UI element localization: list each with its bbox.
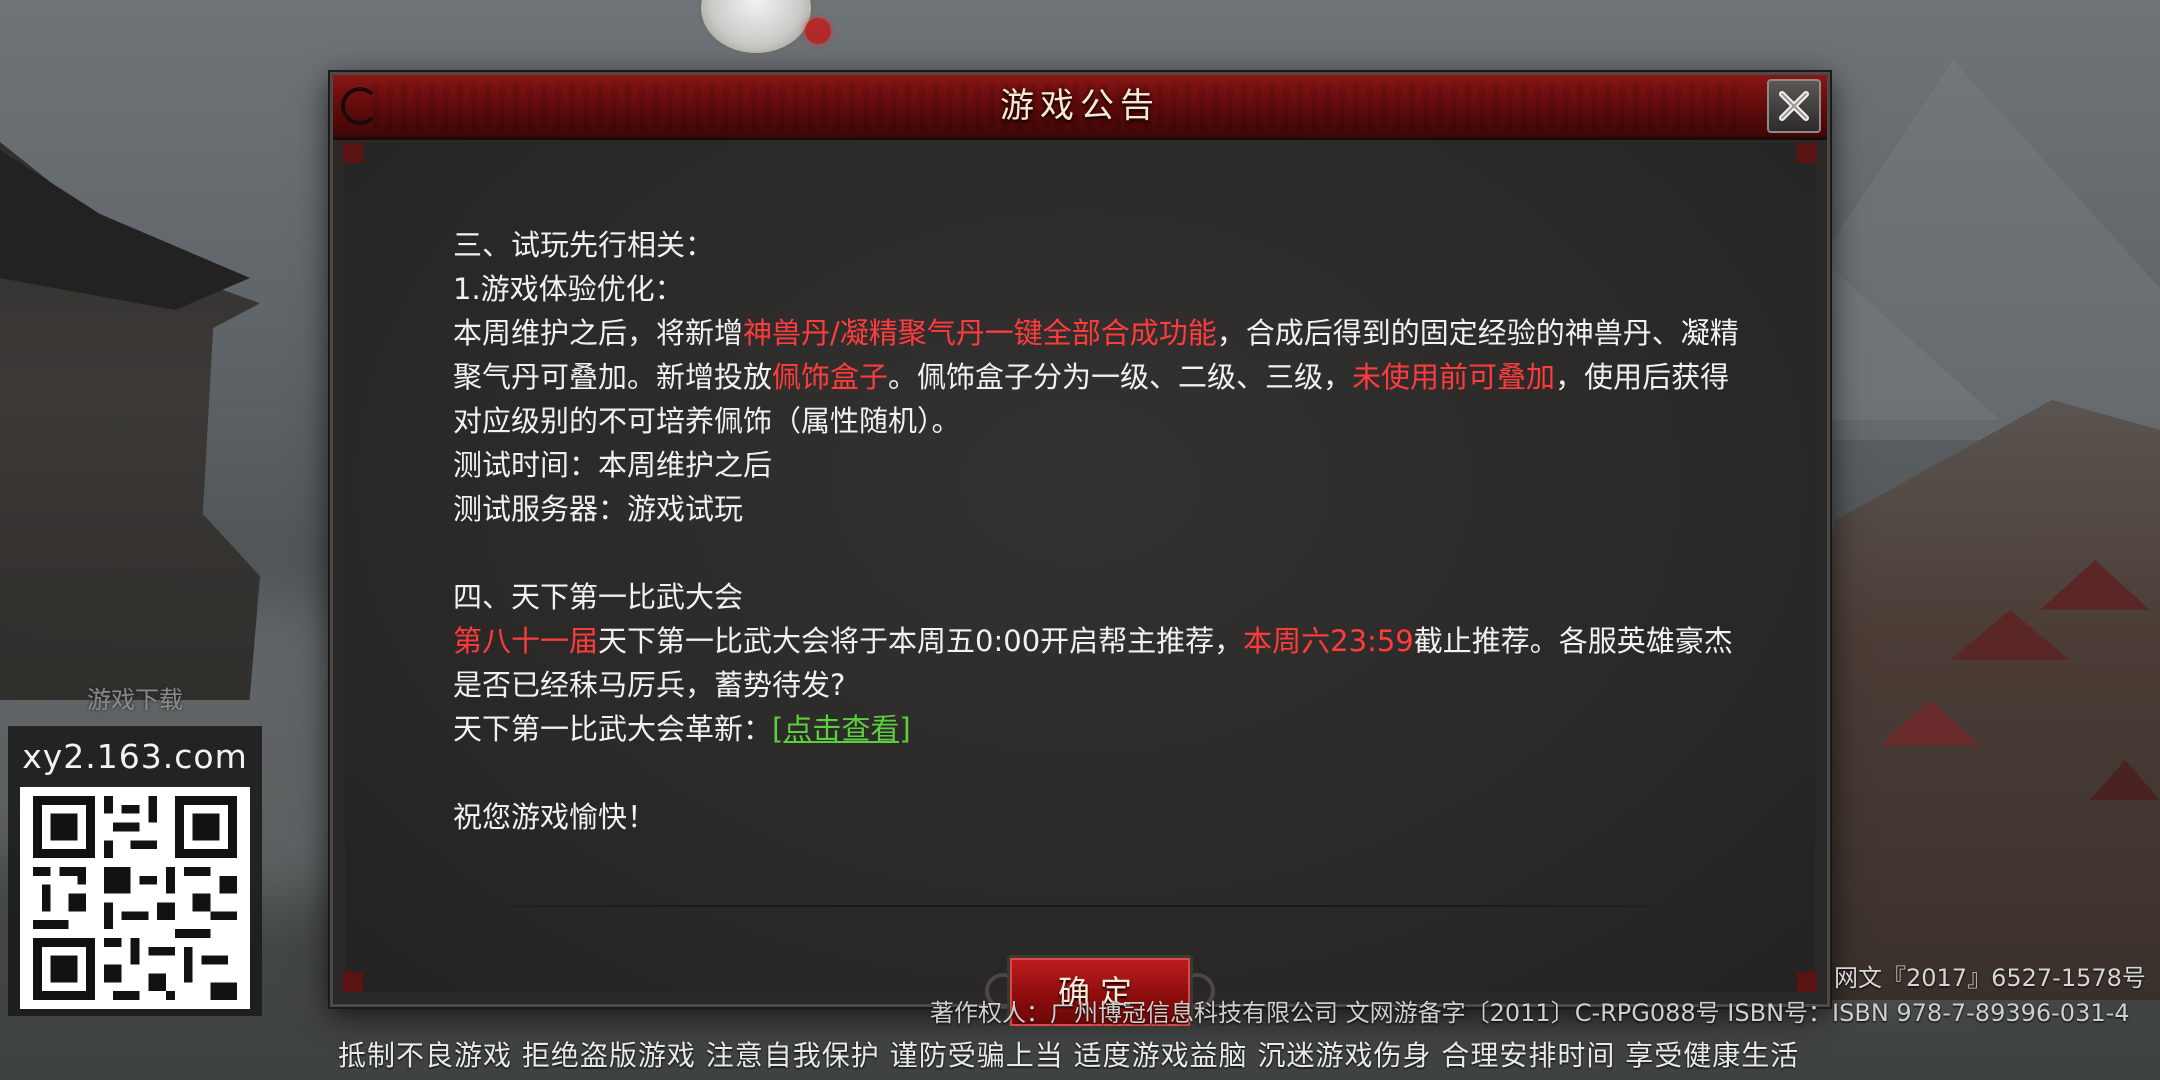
corner-ornament-icon [343,972,363,992]
divider [425,905,1735,907]
copyright-line: 著作权人：广州博冠信息科技有限公司 文网游备字〔2011〕C-RPG088号 I… [930,999,2130,1027]
close-button[interactable] [1767,79,1821,133]
text: 天下第一比武大会将于本周五0:00开启帮主推荐， [598,624,1244,658]
test-server: 测试服务器：游戏试玩 [453,492,744,526]
closing-text: 祝您游戏愉快！ [453,800,657,834]
highlight-text: 神兽丹/凝精聚气丹一键全部合成功能 [743,316,1217,350]
dialog-body: 三、试玩先行相关： 1.游戏体验优化： 本周维护之后，将新增神兽丹/凝精聚气丹一… [343,143,1817,1029]
health-notice: 抵制不良游戏 拒绝盗版游戏 注意自我保护 谨防受骗上当 适度游戏益脑 沉迷游戏伤… [338,1039,1800,1072]
highlight-text: 未使用前可叠加 [1352,360,1556,394]
town-right [1800,400,2160,1000]
highlight-text: 第八十一届 [453,624,599,658]
announcement-content: 三、试玩先行相关： 1.游戏体验优化： 本周维护之后，将新增神兽丹/凝精聚气丹一… [417,223,1747,913]
dialog-header: 游戏公告 [333,75,1827,140]
paragraph: 第八十一届天下第一比武大会将于本周五0:00开启帮主推荐，本周六23:59截止推… [417,619,1747,707]
qr-code-icon[interactable] [20,787,250,1009]
close-icon [1779,91,1809,121]
subsection-heading: 1.游戏体验优化： [453,272,684,306]
dialog-title: 游戏公告 [1000,86,1160,126]
download-label[interactable]: 游戏下载 [60,682,210,718]
view-details-link[interactable]: [点击查看] [772,712,911,746]
test-time: 测试时间：本周维护之后 [453,448,773,482]
highlight-text: 本周六23:59 [1243,624,1414,658]
highlight-text: 佩饰盒子 [772,360,889,394]
announcement-dialog: 游戏公告 三、试玩先行相关： 1.游戏体验优化： 本周维护之后，将新增神兽丹/凝… [330,72,1830,1029]
text: 。佩饰盒子分为一级、二级、三级， [888,360,1353,394]
corner-ornament-icon [343,143,363,163]
notification-dot [805,18,831,44]
update-line: 天下第一比武大会革新：[点击查看] [417,707,1747,751]
section-heading: 三、试玩先行相关： [453,228,715,262]
corner-ornament-icon [1797,143,1817,163]
pagoda-left [0,142,260,700]
section-heading: 四、天下第一比武大会 [453,580,744,614]
paragraph: 本周维护之后，将新增神兽丹/凝精聚气丹一键全部合成功能，合成后得到的固定经验的神… [417,311,1747,443]
corner-ornament-icon [1797,972,1817,992]
update-label: 天下第一比武大会革新： [453,712,773,746]
license-number: 网文『2017』6527-1578号 [1834,964,2146,992]
site-url: xy2.163.com [22,737,248,776]
text: 本周维护之后，将新增 [453,316,744,350]
